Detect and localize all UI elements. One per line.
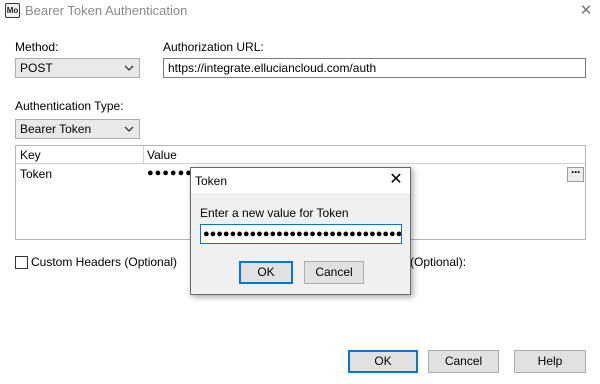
custom-headers-checkbox[interactable] xyxy=(15,256,28,269)
auth-url-label: Authorization URL: xyxy=(163,40,264,54)
auth-type-select[interactable]: Bearer Token xyxy=(15,119,140,139)
window-close-button[interactable]: ✕ xyxy=(575,0,597,22)
auth-type-value: Bearer Token xyxy=(20,122,92,136)
column-header-value[interactable]: Value xyxy=(147,148,177,162)
auth-url-input[interactable]: https://integrate.elluciancloud.com/auth xyxy=(163,58,586,78)
dialog-prompt: Enter a new value for Token xyxy=(200,206,349,220)
method-value: POST xyxy=(20,61,53,75)
dialog-close-button[interactable]: ✕ xyxy=(386,170,406,190)
column-header-key[interactable]: Key xyxy=(20,148,41,162)
dialog-title: Token xyxy=(195,174,228,188)
app-icon: Mo xyxy=(5,3,20,18)
auth-type-label: Authentication Type: xyxy=(15,99,124,113)
title-bar: Mo Bearer Token Authentication ✕ xyxy=(0,0,600,22)
chevron-down-icon xyxy=(124,126,134,132)
custom-headers-label: Custom Headers (Optional) xyxy=(31,255,178,269)
dialog-title-bar: Token ✕ xyxy=(191,168,410,193)
dialog-cancel-button[interactable]: Cancel xyxy=(304,261,364,284)
help-button[interactable]: Help xyxy=(514,350,586,373)
cancel-button[interactable]: Cancel xyxy=(428,350,499,373)
method-label: Method: xyxy=(15,40,59,54)
method-select[interactable]: POST xyxy=(15,58,140,78)
token-masked-value: ●●●●●●●●●●●●●●●●●●●●●●●●●●●●●● xyxy=(203,228,402,240)
edit-value-button[interactable]: ··· xyxy=(567,166,584,182)
ok-button[interactable]: OK xyxy=(348,350,418,373)
grid-header: Key Value xyxy=(16,146,585,164)
dialog-ok-button[interactable]: OK xyxy=(239,261,293,284)
row-key-cell[interactable]: Token xyxy=(20,167,52,181)
chevron-down-icon xyxy=(124,65,134,71)
token-dialog: Token ✕ Enter a new value for Token ●●●●… xyxy=(190,167,411,295)
token-input[interactable]: ●●●●●●●●●●●●●●●●●●●●●●●●●●●●●● xyxy=(200,224,402,244)
window-title: Bearer Token Authentication xyxy=(25,3,188,18)
optional-label-partial: (Optional): xyxy=(410,255,467,269)
column-divider[interactable] xyxy=(143,146,144,164)
